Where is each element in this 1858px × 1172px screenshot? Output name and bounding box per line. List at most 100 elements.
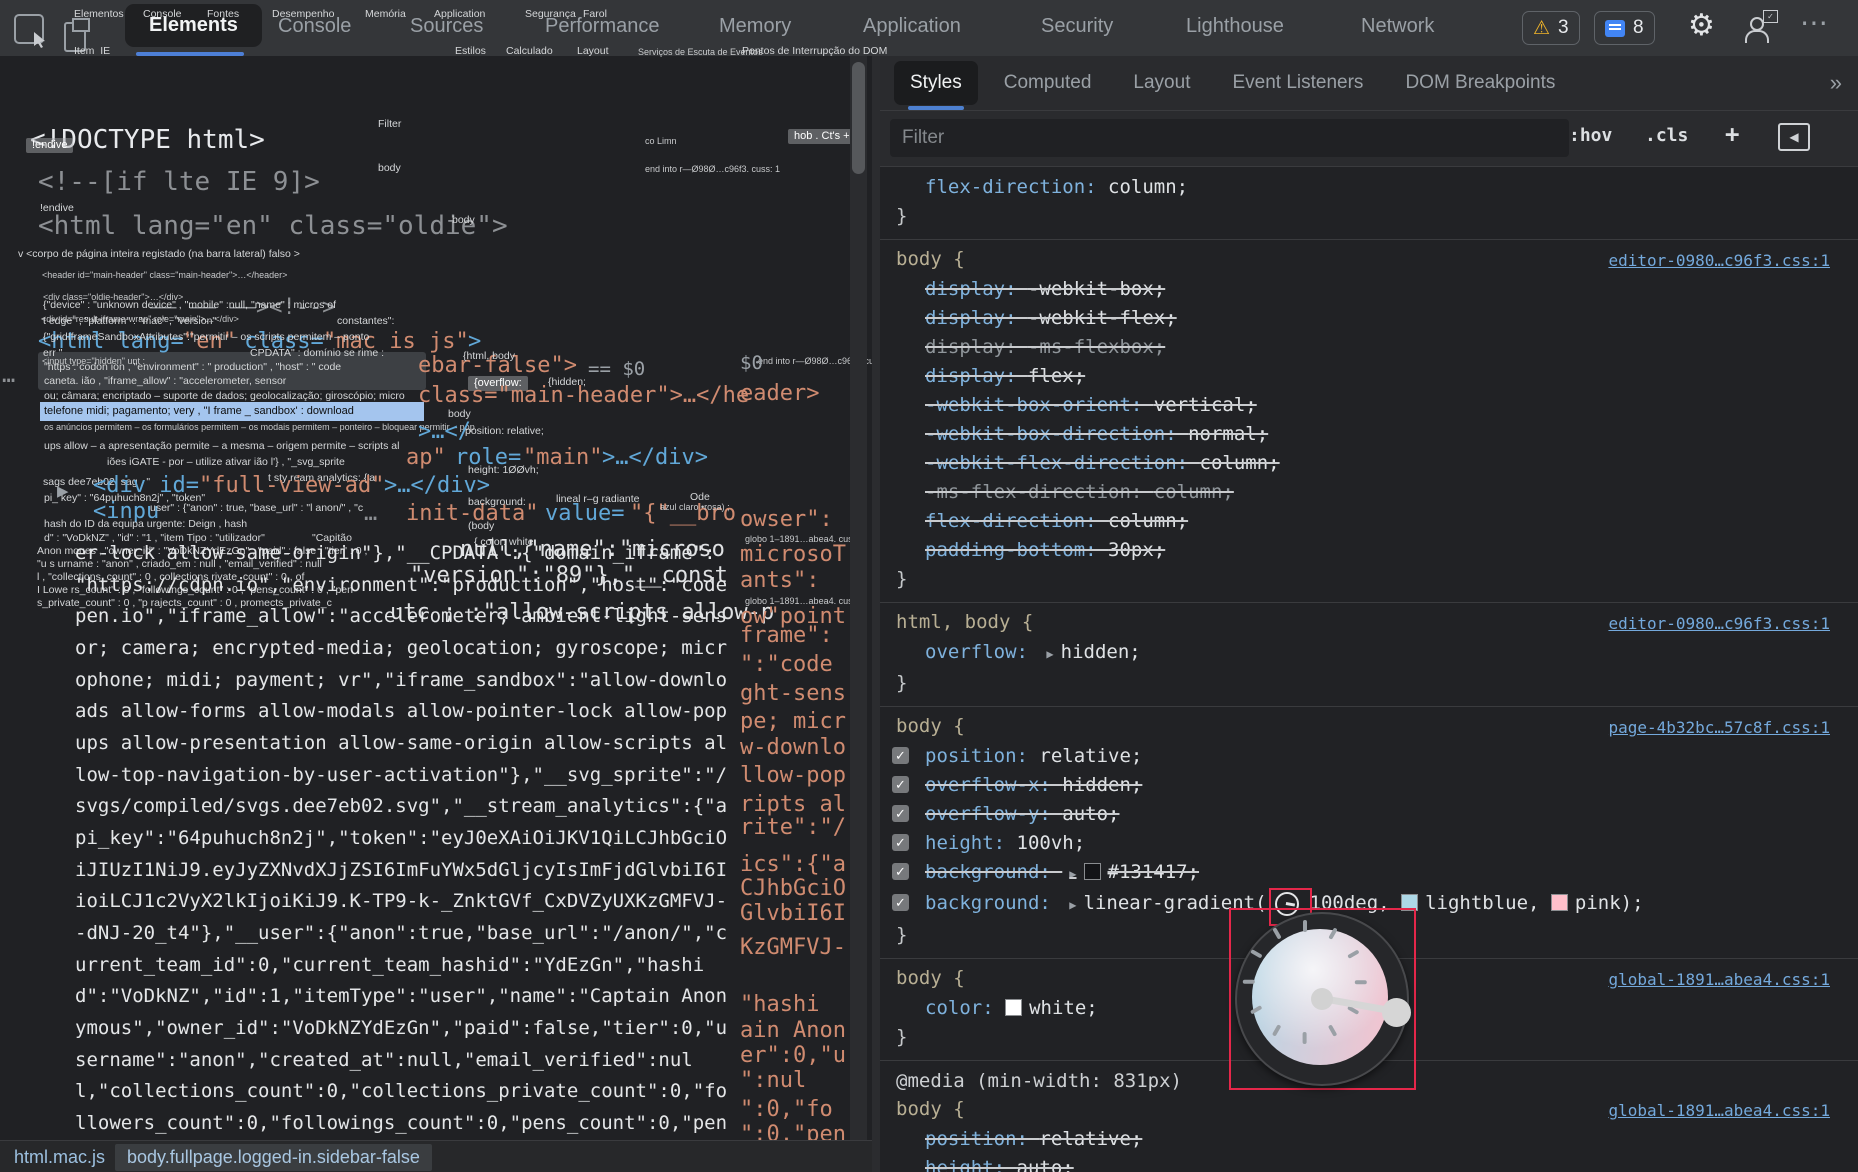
property-checkbox[interactable]: ✓ [892,863,909,880]
property-checkbox[interactable]: ✓ [892,776,909,793]
css-property[interactable]: display: -ms-flexbox; [880,333,1858,362]
css-property[interactable]: -ms-flex-direction: column; [880,478,1858,507]
css-property[interactable]: flex-direction: column; [880,507,1858,536]
property-checkbox[interactable]: ✓ [892,805,909,822]
tab-layout[interactable]: Layout [1117,61,1206,105]
rule-selector[interactable]: body { [896,248,965,270]
css-property[interactable]: ✓position: relative; [880,742,1858,771]
more-menu-icon[interactable]: ⋯ [1800,6,1828,39]
code-line: ":nul [740,1069,806,1093]
settings-gear-icon[interactable]: ⚙ [1688,8,1715,43]
code-line: Desempenho [272,8,334,21]
property-checkbox[interactable]: ✓ [892,747,909,764]
code-line: pe; micr [740,710,846,734]
expand-arrow-icon[interactable]: ▶ [1046,647,1053,661]
css-property[interactable]: ✓background: ▶#131417; [880,858,1858,889]
expand-arrow-icon[interactable]: ▶ [1069,898,1076,912]
color-swatch[interactable] [1005,999,1022,1016]
code-line: background: [468,496,526,509]
code-line: svgs/compiled/svgs.dee7eb02.svg","__stre… [75,795,727,818]
code-line: body [378,162,401,175]
element-classes-toggle[interactable]: .cls [1645,125,1688,146]
stylesheet-link[interactable]: global-1891…abea4.css:1 [1608,1096,1830,1125]
code-line: ":0,"pen [740,1123,846,1140]
code-line: ups allow-presentation allow-same-origin… [75,732,727,755]
code-line: >…</div> [602,446,708,470]
closing-brace: } [880,565,1858,594]
code-line: azul claro •rosa) ; [660,502,730,513]
css-property[interactable]: -webkit-flex-direction: column; [880,449,1858,478]
tab-computed[interactable]: Computed [988,61,1108,105]
expand-arrow-icon[interactable]: ▶ [1069,867,1076,881]
property-checkbox[interactable]: ✓ [892,894,909,911]
css-property[interactable]: ✓overflow-y: auto; [880,800,1858,829]
css-property[interactable]: position: relative; [880,1125,1858,1154]
rule-selector[interactable]: body { [896,1098,965,1120]
more-tabs-chevron-icon[interactable]: » [1830,70,1842,96]
css-property[interactable]: display: -webkit-flex; [880,304,1858,333]
css-property[interactable]: -webkit-box-orient: vertical; [880,391,1858,420]
profile-icon[interactable]: ✓ [1744,16,1770,42]
code-line: end into r—Ø98Ø…c96f3. cuss: 1 [645,164,780,175]
stylesheet-link[interactable]: page-4b32bc…57c8f.css:1 [1608,713,1830,742]
css-property[interactable]: -webkit-box-direction: normal; [880,420,1858,449]
elements-scrollbar[interactable] [850,56,867,1140]
css-property[interactable]: overflow: ▶hidden; [880,638,1858,669]
pseudo-state-toggle[interactable]: :hov [1569,125,1612,146]
color-swatch[interactable] [1551,894,1568,911]
rule-selector[interactable]: html, body { [896,611,1033,633]
css-property[interactable]: ✓overflow-x: hidden; [880,771,1858,800]
breadcrumb-item-html[interactable]: html.mac.js [14,1147,105,1168]
dial-tick [1303,1032,1307,1044]
styles-filter-input[interactable] [890,119,1569,157]
code-line: frame": [740,624,833,648]
rule-selector[interactable]: body { [896,715,965,737]
dial-tick [1250,949,1262,958]
color-swatch[interactable] [1084,863,1101,880]
code-line: body [452,214,475,227]
css-property[interactable]: display: flex; [880,362,1858,391]
breadcrumb-item-body[interactable]: body.fullpage.logged-in.sidebar-false [115,1144,432,1171]
css-property[interactable]: flex-direction: column; [880,173,1858,202]
tab-dom-breakpoints[interactable]: DOM Breakpoints [1389,61,1571,105]
code-line: d":"VoDkNZ","id":1,"itemType":"user","na… [75,985,727,1008]
code-line: Pontos de Interrupção do DOM [742,45,887,58]
code-line: {"gridIframeSandboxAttributes":"permitir… [43,331,369,344]
code-line: iJIUzI1NiJ9.eyJyZXNvdXJjZSI6ImFuYWx5dGlj… [75,859,727,882]
angle-dial[interactable] [1235,912,1409,1086]
stylesheet-link[interactable]: global-1891…abea4.css:1 [1608,965,1830,994]
code-line: err " [43,347,62,360]
rule-header: page-4b32bc…57c8f.css:1 body { [880,713,1858,742]
css-property[interactable]: ✓height: 100vh; [880,829,1858,858]
rule-selector[interactable]: body { [896,967,965,989]
code-line: $0 [740,352,763,375]
panel-divider[interactable] [872,56,880,1172]
code-line: llowers_count":0,"followings_count":0,"p… [75,1112,727,1135]
code-line: ght-sens [740,682,846,706]
selected-code-line: telefone midi; pagamento; very , "I fram… [40,402,424,421]
angle-dial-knob[interactable] [1382,998,1411,1027]
css-property[interactable]: display: -webkit-box; [880,275,1858,304]
messages-badge[interactable]: 8 [1594,11,1655,45]
profile-check-icon: ✓ [1763,10,1778,23]
code-line: microsoT [740,543,846,567]
tab-event-listeners[interactable]: Event Listeners [1216,61,1379,105]
warnings-badge[interactable]: ⚠ 3 [1522,11,1580,45]
code-line: ants": [740,569,819,593]
code-line: Segurança [525,8,576,21]
panel-toggle-icon[interactable]: ◀ [1778,123,1810,151]
css-property[interactable]: padding-bottom: 30px; [880,536,1858,565]
code-line: >…</ [418,420,471,444]
code-line: lineal r–g radiante [556,493,639,506]
new-style-rule-button[interactable]: + [1725,120,1739,148]
breadcrumb: html.mac.js body.fullpage.logged-in.side… [0,1140,872,1172]
css-property[interactable]: height: auto; [880,1154,1858,1172]
code-line: hash do ID da equipa urgente: Deign , ha… [44,518,247,531]
code-line: owser": [740,508,833,532]
tab-styles[interactable]: Styles [894,61,978,105]
elements-scrollbar-thumb[interactable] [852,62,865,174]
property-checkbox[interactable]: ✓ [892,834,909,851]
stylesheet-link[interactable]: editor-0980…c96f3.css:1 [1608,609,1830,638]
styles-tab-bar: Styles Computed Layout Event Listeners D… [880,56,1858,111]
stylesheet-link[interactable]: editor-0980…c96f3.css:1 [1608,246,1830,275]
